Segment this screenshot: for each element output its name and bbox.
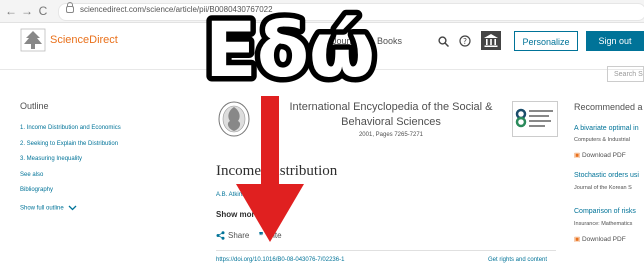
outline-item-bibliography[interactable]: Bibliography: [20, 187, 53, 193]
show-full-outline-link[interactable]: Show full outline: [20, 205, 77, 212]
chevron-down-icon: [68, 205, 77, 211]
forward-button[interactable]: →: [20, 3, 34, 19]
encyclopedia-pages: 2001, Pages 7265-7271: [358, 132, 424, 138]
overlay-greek-text: Εδώ: [199, 0, 380, 96]
recommended-article-link[interactable]: Comparison of risks: [574, 208, 636, 215]
reload-button[interactable]: C: [36, 3, 50, 19]
recommended-heading: Recommended a: [574, 102, 643, 112]
download-pdf-label: Download PDF: [581, 236, 626, 243]
elsevier-logo-icon: [20, 28, 46, 52]
pdf-icon: ▣: [574, 152, 581, 159]
encyclopedia-cover-thumbnail[interactable]: [512, 101, 558, 137]
help-icon[interactable]: ?: [459, 35, 471, 47]
outline-item-measuring-inequality[interactable]: 3. Measuring Inequality: [20, 156, 82, 162]
show-full-outline-label: Show full outline: [20, 205, 64, 212]
overlay-text: Εδώ: [205, 5, 375, 94]
red-arrow-icon: [236, 96, 304, 242]
search-input[interactable]: Search S: [607, 66, 644, 82]
download-pdf-link[interactable]: ▣ Download PDF: [574, 151, 626, 159]
personalize-button[interactable]: Personalize: [514, 31, 578, 51]
download-pdf-link[interactable]: ▣ Download PDF: [574, 235, 626, 243]
recommended-article-link[interactable]: Stochastic orders usi: [574, 172, 639, 179]
lock-icon: [66, 2, 74, 13]
search-icon[interactable]: [438, 36, 449, 47]
outline-item-income-economics[interactable]: 1. Income Distribution and Economics: [20, 125, 121, 131]
recommended-article-source: Computers & Industrial: [574, 137, 630, 143]
back-button[interactable]: ←: [4, 3, 18, 19]
rights-content-link[interactable]: Get rights and content: [488, 257, 547, 263]
institution-icon[interactable]: [481, 31, 501, 50]
svg-text:?: ?: [463, 37, 467, 46]
recommended-article-source: Insurance: Mathematics: [574, 221, 633, 227]
brand-name[interactable]: ScienceDirect: [50, 34, 118, 46]
sign-out-button[interactable]: Sign out: [586, 31, 644, 51]
pdf-icon: ▣: [574, 236, 581, 243]
recommended-article-link[interactable]: A bivariate optimal in: [574, 125, 639, 132]
recommended-article-source: Journal of the Korean S: [574, 185, 632, 191]
share-icon: [216, 231, 225, 241]
download-pdf-label: Download PDF: [581, 152, 626, 159]
doi-link[interactable]: https://doi.org/10.1016/B0-08-043076-7/0…: [216, 257, 344, 263]
outline-item-see-also[interactable]: See also: [20, 172, 43, 178]
encyclopedia-title[interactable]: International Encyclopedia of the Social…: [286, 100, 496, 130]
divider: [216, 250, 556, 251]
outline-heading: Outline: [20, 101, 49, 111]
outline-item-explain-distribution[interactable]: 2. Seeking to Explain the Distribution: [20, 141, 118, 147]
